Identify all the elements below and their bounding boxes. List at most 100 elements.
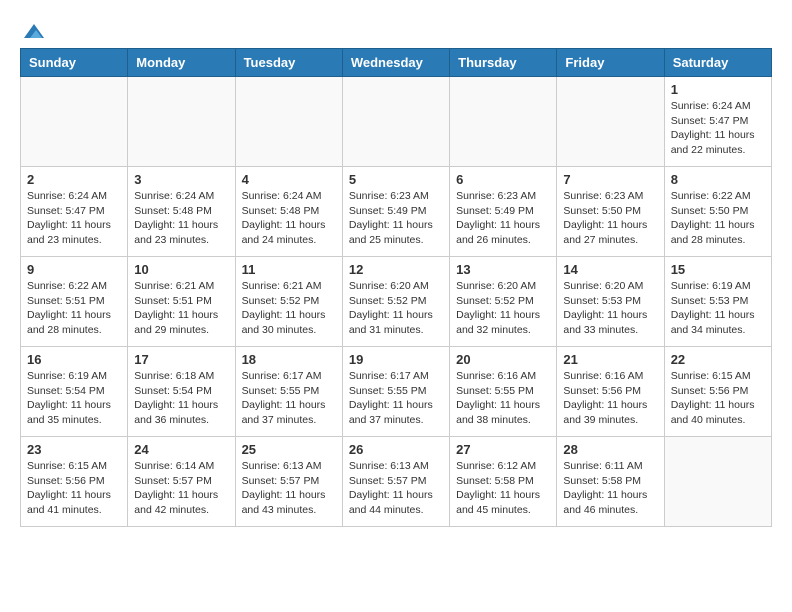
- calendar-cell: 13 Sunrise: 6:20 AM Sunset: 5:52 PM Dayli…: [450, 257, 557, 347]
- day-number: 26: [349, 442, 443, 457]
- day-info: Sunrise: 6:24 AM Sunset: 5:48 PM Dayligh…: [134, 189, 228, 248]
- calendar-cell: 7Sunrise: 6:23 AM Sunset: 5:50 PM Daylig…: [557, 167, 664, 257]
- calendar-cell: 5Sunrise: 6:23 AM Sunset: 5:49 PM Daylig…: [342, 167, 449, 257]
- day-info: Sunrise: 6:17 AM Sunset: 5:55 PM Dayligh…: [349, 369, 443, 428]
- day-number: 25: [242, 442, 336, 457]
- day-number: 4: [242, 172, 336, 187]
- calendar-cell: [450, 77, 557, 167]
- calendar-cell: 8 Sunrise: 6:22 AM Sunset: 5:50 PM Daylig…: [664, 167, 771, 257]
- day-number: 19: [349, 352, 443, 367]
- calendar-cell: 21 Sunrise: 6:16 AM Sunset: 5:56 PM Dayli…: [557, 347, 664, 437]
- calendar-header-sunday: Sunday: [21, 49, 128, 77]
- day-info: Sunrise: 6:13 AM Sunset: 5:57 PM Dayligh…: [349, 459, 443, 518]
- calendar-header-row: SundayMondayTuesdayWednesdayThursdayFrid…: [21, 49, 772, 77]
- day-info: Sunrise: 6:22 AM Sunset: 5:50 PM Dayligh…: [671, 189, 765, 248]
- calendar-header-thursday: Thursday: [450, 49, 557, 77]
- day-number: 10: [134, 262, 228, 277]
- calendar-cell: 17 Sunrise: 6:18 AM Sunset: 5:54 PM Dayli…: [128, 347, 235, 437]
- calendar-cell: 23 Sunrise: 6:15 AM Sunset: 5:56 PM Dayli…: [21, 437, 128, 527]
- day-number: 20: [456, 352, 550, 367]
- day-number: 9: [27, 262, 121, 277]
- calendar-cell: 25 Sunrise: 6:13 AM Sunset: 5:57 PM Dayli…: [235, 437, 342, 527]
- day-info: Sunrise: 6:15 AM Sunset: 5:56 PM Dayligh…: [671, 369, 765, 428]
- calendar-cell: [557, 77, 664, 167]
- day-info: Sunrise: 6:14 AM Sunset: 5:57 PM Dayligh…: [134, 459, 228, 518]
- calendar-header-monday: Monday: [128, 49, 235, 77]
- day-number: 14: [563, 262, 657, 277]
- day-number: 23: [27, 442, 121, 457]
- day-number: 28: [563, 442, 657, 457]
- calendar-cell: 28 Sunrise: 6:11 AM Sunset: 5:58 PM Dayli…: [557, 437, 664, 527]
- day-info: Sunrise: 6:15 AM Sunset: 5:56 PM Dayligh…: [27, 459, 121, 518]
- day-info: Sunrise: 6:18 AM Sunset: 5:54 PM Dayligh…: [134, 369, 228, 428]
- calendar-table: SundayMondayTuesdayWednesdayThursdayFrid…: [20, 48, 772, 527]
- day-number: 22: [671, 352, 765, 367]
- calendar-cell: 27 Sunrise: 6:12 AM Sunset: 5:58 PM Dayli…: [450, 437, 557, 527]
- calendar-header-tuesday: Tuesday: [235, 49, 342, 77]
- day-number: 17: [134, 352, 228, 367]
- day-number: 16: [27, 352, 121, 367]
- calendar-cell: 18 Sunrise: 6:17 AM Sunset: 5:55 PM Dayli…: [235, 347, 342, 437]
- calendar-cell: 19 Sunrise: 6:17 AM Sunset: 5:55 PM Dayli…: [342, 347, 449, 437]
- day-number: 3: [134, 172, 228, 187]
- calendar-cell: 20 Sunrise: 6:16 AM Sunset: 5:55 PM Dayli…: [450, 347, 557, 437]
- logo: [20, 20, 46, 38]
- calendar-week-1: 1 Sunrise: 6:24 AM Sunset: 5:47 PM Daylig…: [21, 77, 772, 167]
- day-info: Sunrise: 6:13 AM Sunset: 5:57 PM Dayligh…: [242, 459, 336, 518]
- calendar-cell: [128, 77, 235, 167]
- day-info: Sunrise: 6:19 AM Sunset: 5:54 PM Dayligh…: [27, 369, 121, 428]
- calendar-week-2: 2 Sunrise: 6:24 AM Sunset: 5:47 PM Daylig…: [21, 167, 772, 257]
- calendar-cell: 12 Sunrise: 6:20 AM Sunset: 5:52 PM Dayli…: [342, 257, 449, 347]
- calendar-cell: 15 Sunrise: 6:19 AM Sunset: 5:53 PM Dayli…: [664, 257, 771, 347]
- day-info: Sunrise: 6:12 AM Sunset: 5:58 PM Dayligh…: [456, 459, 550, 518]
- day-number: 21: [563, 352, 657, 367]
- day-info: Sunrise: 6:19 AM Sunset: 5:53 PM Dayligh…: [671, 279, 765, 338]
- calendar-cell: 24 Sunrise: 6:14 AM Sunset: 5:57 PM Dayli…: [128, 437, 235, 527]
- day-number: 11: [242, 262, 336, 277]
- calendar-week-3: 9 Sunrise: 6:22 AM Sunset: 5:51 PM Daylig…: [21, 257, 772, 347]
- calendar-cell: [21, 77, 128, 167]
- calendar-cell: 3 Sunrise: 6:24 AM Sunset: 5:48 PM Daylig…: [128, 167, 235, 257]
- day-info: Sunrise: 6:20 AM Sunset: 5:52 PM Dayligh…: [349, 279, 443, 338]
- day-number: 27: [456, 442, 550, 457]
- day-number: 1: [671, 82, 765, 97]
- day-info: Sunrise: 6:16 AM Sunset: 5:56 PM Dayligh…: [563, 369, 657, 428]
- day-info: Sunrise: 6:11 AM Sunset: 5:58 PM Dayligh…: [563, 459, 657, 518]
- day-number: 15: [671, 262, 765, 277]
- calendar-header-friday: Friday: [557, 49, 664, 77]
- day-number: 8: [671, 172, 765, 187]
- day-info: Sunrise: 6:24 AM Sunset: 5:48 PM Dayligh…: [242, 189, 336, 248]
- day-number: 2: [27, 172, 121, 187]
- day-number: 6: [456, 172, 550, 187]
- calendar-cell: [664, 437, 771, 527]
- calendar-cell: 10 Sunrise: 6:21 AM Sunset: 5:51 PM Dayli…: [128, 257, 235, 347]
- calendar-cell: 16 Sunrise: 6:19 AM Sunset: 5:54 PM Dayli…: [21, 347, 128, 437]
- calendar-cell: 26 Sunrise: 6:13 AM Sunset: 5:57 PM Dayli…: [342, 437, 449, 527]
- day-number: 13: [456, 262, 550, 277]
- day-number: 24: [134, 442, 228, 457]
- calendar-cell: 2 Sunrise: 6:24 AM Sunset: 5:47 PM Daylig…: [21, 167, 128, 257]
- calendar-cell: [342, 77, 449, 167]
- day-info: Sunrise: 6:23 AM Sunset: 5:50 PM Dayligh…: [563, 189, 657, 248]
- calendar-cell: 4 Sunrise: 6:24 AM Sunset: 5:48 PM Daylig…: [235, 167, 342, 257]
- page-header: [20, 20, 772, 38]
- calendar-header-saturday: Saturday: [664, 49, 771, 77]
- calendar-cell: 14Sunrise: 6:20 AM Sunset: 5:53 PM Dayli…: [557, 257, 664, 347]
- calendar-cell: 1 Sunrise: 6:24 AM Sunset: 5:47 PM Daylig…: [664, 77, 771, 167]
- day-info: Sunrise: 6:21 AM Sunset: 5:52 PM Dayligh…: [242, 279, 336, 338]
- day-info: Sunrise: 6:20 AM Sunset: 5:52 PM Dayligh…: [456, 279, 550, 338]
- day-info: Sunrise: 6:24 AM Sunset: 5:47 PM Dayligh…: [27, 189, 121, 248]
- calendar-cell: [235, 77, 342, 167]
- day-number: 12: [349, 262, 443, 277]
- day-number: 18: [242, 352, 336, 367]
- day-info: Sunrise: 6:17 AM Sunset: 5:55 PM Dayligh…: [242, 369, 336, 428]
- day-info: Sunrise: 6:21 AM Sunset: 5:51 PM Dayligh…: [134, 279, 228, 338]
- day-number: 5: [349, 172, 443, 187]
- day-info: Sunrise: 6:16 AM Sunset: 5:55 PM Dayligh…: [456, 369, 550, 428]
- day-info: Sunrise: 6:24 AM Sunset: 5:47 PM Dayligh…: [671, 99, 765, 158]
- calendar-week-4: 16 Sunrise: 6:19 AM Sunset: 5:54 PM Dayli…: [21, 347, 772, 437]
- day-info: Sunrise: 6:22 AM Sunset: 5:51 PM Dayligh…: [27, 279, 121, 338]
- calendar-week-5: 23 Sunrise: 6:15 AM Sunset: 5:56 PM Dayli…: [21, 437, 772, 527]
- calendar-header-wednesday: Wednesday: [342, 49, 449, 77]
- calendar-cell: 9 Sunrise: 6:22 AM Sunset: 5:51 PM Daylig…: [21, 257, 128, 347]
